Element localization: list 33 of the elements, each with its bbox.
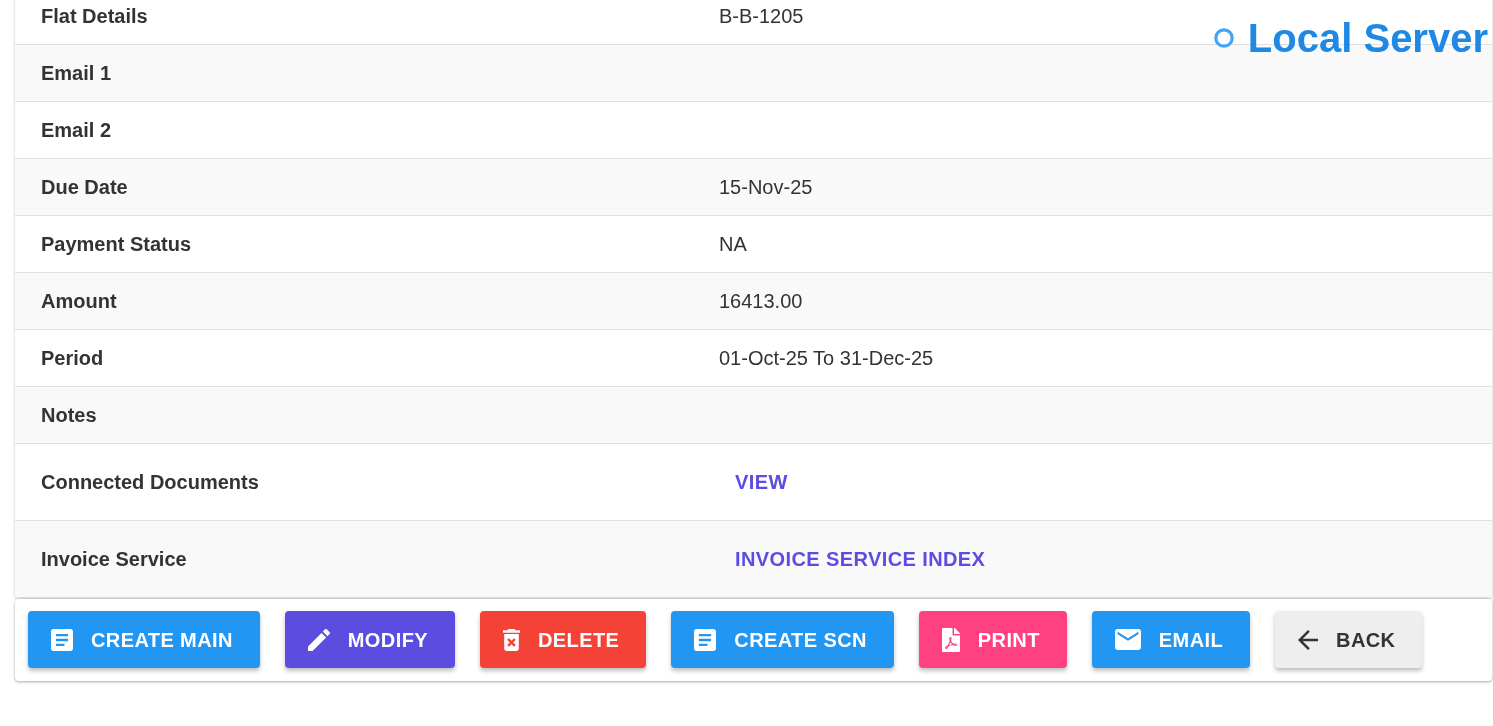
field-label: Email 1 [41,61,112,86]
field-label: Flat Details [41,4,148,29]
field-label: Connected Documents [41,470,259,495]
text-link-button[interactable]: VIEW [719,459,804,505]
pencil-icon [307,628,330,651]
field-label: Notes [41,403,97,428]
status-ring-icon [1213,28,1234,48]
field-value: 15-Nov-25 [719,175,813,200]
create-button[interactable]: CREATE SCN [671,611,894,668]
back-button[interactable]: BACK [1275,611,1423,668]
pdf-file-icon [941,627,960,652]
document-icon [51,628,73,651]
server-label: Local Server [1247,15,1488,62]
field-value: NA [719,232,747,257]
field-value: 16413.00 [719,289,803,314]
trash-icon [503,628,520,651]
field-label: Email 2 [41,118,112,143]
field-label: Payment Status [41,232,192,257]
delete-button[interactable]: DELETE [480,611,647,668]
field-label: Invoice Service [41,547,187,572]
envelope-icon [1114,629,1141,650]
text-link-button[interactable]: INVOICE SERVICE INDEX [719,536,1002,582]
edit-button[interactable]: MODIFY [284,611,455,668]
field-label: Period [41,346,104,371]
create-button[interactable]: CREATE MAIN [28,611,260,668]
back-arrow-icon [1298,629,1319,650]
field-value: 01-Oct-25 To 31-Dec-25 [719,346,934,371]
document-icon [694,628,717,651]
field-value: B-B-1205 [719,4,804,29]
email-button[interactable]: EMAIL [1091,611,1251,668]
print-button[interactable]: PRINT [918,611,1067,668]
field-label: Amount [41,289,117,314]
field-label: Due Date [41,175,128,200]
